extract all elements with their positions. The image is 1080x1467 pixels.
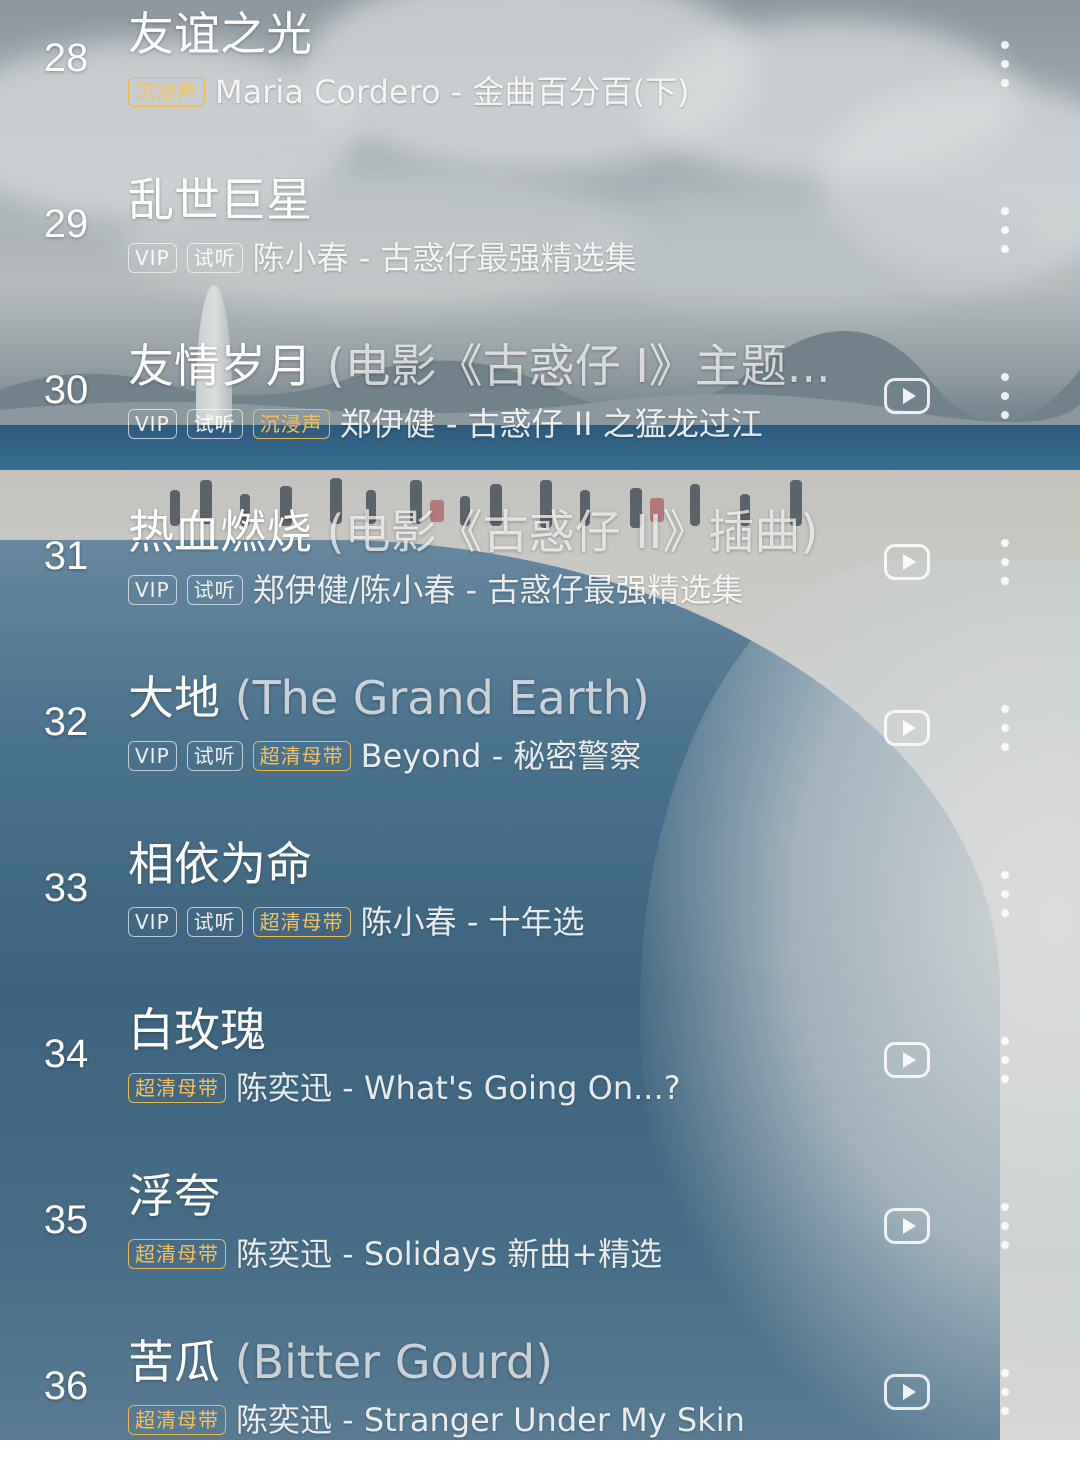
song-title-subtitle: (电影《古惑仔 I》主题...	[326, 339, 831, 393]
quality-tag: 沉浸声	[128, 77, 205, 107]
song-meta: 沉浸声 Maria Cordero - 金曲百分百(下)	[128, 72, 689, 112]
song-row[interactable]: 28 友谊之光沉浸声 Maria Cordero - 金曲百分百(下)	[0, 0, 1080, 139]
quality-tag: 试听	[186, 409, 243, 439]
more-vertical-icon[interactable]	[990, 705, 1020, 751]
song-meta: VIP 试听 超清母带 陈小春 - 十年选	[128, 902, 585, 942]
song-row[interactable]: 35 浮夸超清母带 陈奕迅 - Solidays 新曲+精选	[0, 1135, 1080, 1301]
song-title: 友谊之光	[128, 5, 312, 63]
more-vertical-icon[interactable]	[990, 373, 1020, 419]
song-title: 白玫瑰	[128, 1001, 266, 1059]
quality-tag: 试听	[186, 741, 243, 771]
song-title: 苦瓜 (Bitter Gourd)	[128, 1333, 553, 1391]
song-title: 热血燃烧 (电影《古惑仔 II》插曲)	[128, 503, 818, 561]
quality-tag: VIP	[128, 575, 177, 605]
song-meta: VIP 试听 超清母带 Beyond - 秘密警察	[128, 736, 641, 776]
song-meta: 超清母带 陈奕迅 - What's Going On...?	[128, 1068, 681, 1108]
quality-tag: VIP	[128, 741, 177, 771]
song-title-main: 浮夸	[128, 1169, 220, 1223]
play-video-icon[interactable]	[884, 378, 930, 414]
song-title-main: 白玫瑰	[128, 1003, 266, 1057]
song-title-main: 相依为命	[128, 837, 312, 891]
song-title-main: 友谊之光	[128, 7, 312, 61]
quality-tag: VIP	[128, 907, 177, 937]
play-video-icon[interactable]	[884, 544, 930, 580]
quality-tag: 试听	[186, 243, 243, 273]
song-index: 33	[43, 866, 89, 910]
song-row[interactable]: 29 乱世巨星 VIP 试听 陈小春 - 古惑仔最强精选集	[0, 139, 1080, 305]
more-vertical-icon[interactable]	[990, 871, 1020, 917]
song-title-subtitle: (Bitter Gourd)	[234, 1335, 554, 1389]
quality-tag: 试听	[186, 907, 243, 937]
song-title: 相依为命	[128, 835, 312, 893]
artist-album: 郑伊健 - 古惑仔 II 之猛龙过江	[339, 405, 763, 443]
song-row[interactable]: 36 苦瓜 (Bitter Gourd) 超清母带 陈奕迅 - Stranger Un…	[0, 1301, 1080, 1467]
song-title-main: 大地	[128, 671, 220, 725]
play-video-icon[interactable]	[884, 1208, 930, 1244]
song-row[interactable]: 30 友情岁月 (电影《古惑仔 I》主题... VIP 试听 沉浸声 郑伊健 - 古惑仔 …	[0, 305, 1080, 471]
more-vertical-icon[interactable]	[990, 41, 1020, 87]
song-title-subtitle: (电影《古惑仔 II》插曲)	[326, 505, 819, 559]
artist-album: 陈奕迅 - Solidays 新曲+精选	[236, 1235, 663, 1273]
artist-album: 陈奕迅 - Stranger Under My Skin	[236, 1401, 745, 1439]
song-row[interactable]: 33 相依为命 VIP 试听 超清母带 陈小春 - 十年选	[0, 803, 1080, 969]
song-title: 大地 (The Grand Earth)	[128, 669, 650, 727]
song-index: 34	[43, 1032, 89, 1076]
song-index: 30	[43, 368, 89, 412]
song-title-main: 乱世巨星	[128, 173, 312, 227]
song-title-main: 苦瓜	[128, 1335, 220, 1389]
song-title-main: 热血燃烧	[128, 505, 312, 559]
quality-tag: VIP	[128, 243, 177, 273]
artist-album: 陈小春 - 十年选	[360, 903, 585, 941]
song-index: 32	[43, 700, 89, 744]
quality-tag: 超清母带	[252, 907, 351, 937]
song-title-subtitle: (The Grand Earth)	[234, 671, 650, 725]
artist-album: Maria Cordero - 金曲百分百(下)	[215, 73, 690, 111]
more-vertical-icon[interactable]	[990, 1203, 1020, 1249]
artist-album: 陈小春 - 古惑仔最强精选集	[252, 239, 637, 277]
more-vertical-icon[interactable]	[990, 1037, 1020, 1083]
song-meta: VIP 试听 陈小春 - 古惑仔最强精选集	[128, 238, 637, 278]
quality-tag: 试听	[186, 575, 243, 605]
song-meta: 超清母带 陈奕迅 - Solidays 新曲+精选	[128, 1234, 662, 1274]
quality-tag: 超清母带	[252, 741, 351, 771]
more-vertical-icon[interactable]	[990, 539, 1020, 585]
song-row[interactable]: 34 白玫瑰超清母带 陈奕迅 - What's Going On...?	[0, 969, 1080, 1135]
quality-tag: 超清母带	[128, 1405, 226, 1435]
artist-album: 陈奕迅 - What's Going On...?	[236, 1069, 681, 1107]
song-title: 浮夸	[128, 1167, 220, 1225]
more-vertical-icon[interactable]	[990, 1369, 1020, 1415]
play-video-icon[interactable]	[884, 1374, 930, 1410]
song-index: 36	[43, 1364, 89, 1408]
artist-album: 郑伊健/陈小春 - 古惑仔最强精选集	[252, 571, 744, 609]
song-row[interactable]: 32 大地 (The Grand Earth) VIP 试听 超清母带 Beyond - …	[0, 637, 1080, 803]
song-index: 35	[43, 1198, 89, 1242]
play-video-icon[interactable]	[884, 1042, 930, 1078]
quality-tag: 沉浸声	[252, 409, 330, 439]
song-title-main: 友情岁月	[128, 339, 312, 393]
artist-album: Beyond - 秘密警察	[360, 737, 642, 775]
song-index: 29	[43, 202, 89, 246]
song-meta: VIP 试听 郑伊健/陈小春 - 古惑仔最强精选集	[128, 570, 743, 610]
song-title: 友情岁月 (电影《古惑仔 I》主题...	[128, 337, 831, 395]
quality-tag: 超清母带	[128, 1239, 226, 1269]
quality-tag: VIP	[128, 409, 177, 439]
song-index: 28	[43, 36, 89, 80]
song-meta: VIP 试听 沉浸声 郑伊健 - 古惑仔 II 之猛龙过江	[128, 404, 763, 444]
more-vertical-icon[interactable]	[990, 207, 1020, 253]
song-row[interactable]: 31 热血燃烧 (电影《古惑仔 II》插曲) VIP 试听 郑伊健/陈小春 - 古惑仔最…	[0, 471, 1080, 637]
song-title: 乱世巨星	[128, 171, 312, 229]
song-meta: 超清母带 陈奕迅 - Stranger Under My Skin	[128, 1400, 745, 1440]
song-index: 31	[43, 534, 89, 578]
play-video-icon[interactable]	[884, 710, 930, 746]
quality-tag: 超清母带	[128, 1073, 226, 1103]
